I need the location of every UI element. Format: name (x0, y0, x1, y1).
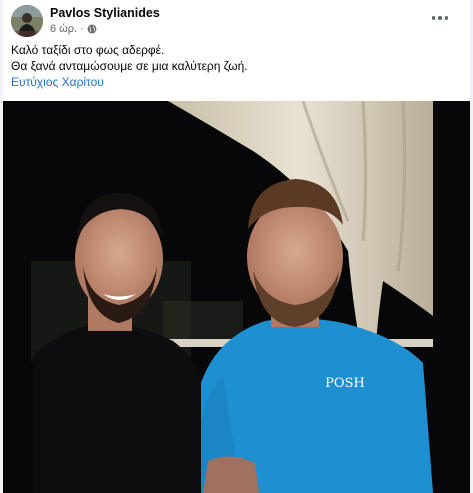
post-meta: 6 ώρ. · (50, 23, 97, 35)
globe-icon (87, 24, 97, 34)
post-timestamp[interactable]: 6 ώρ. (50, 23, 77, 35)
facebook-post: Pavlos Stylianides 6 ώρ. · Καλό ταξίδι σ… (3, 0, 470, 493)
post-photo[interactable]: POSH (3, 101, 470, 493)
author-avatar[interactable] (11, 5, 43, 37)
more-dot (431, 16, 436, 20)
more-dot (444, 16, 449, 20)
photo-illustration: POSH (3, 101, 470, 493)
post-text-line: Θα ξανά ανταμώσουμε σε μια καλύτερη ζωή. (11, 59, 248, 73)
post-header: Pavlos Stylianides 6 ώρ. · (3, 0, 470, 40)
author-name[interactable]: Pavlos Stylianides (50, 6, 160, 20)
mentioned-person-link[interactable]: Ευτύχιος Χαρίτου (11, 74, 461, 90)
more-dot (438, 16, 442, 20)
shirt-text: POSH (325, 376, 365, 391)
avatar-image (11, 5, 43, 37)
more-options-icon[interactable] (428, 8, 452, 28)
post-text-line: Καλό ταξίδι στο φως αδερφέ. (11, 43, 165, 57)
post-text: Καλό ταξίδι στο φως αδερφέ. Θα ξανά αντα… (11, 42, 461, 90)
meta-separator: · (80, 23, 84, 35)
